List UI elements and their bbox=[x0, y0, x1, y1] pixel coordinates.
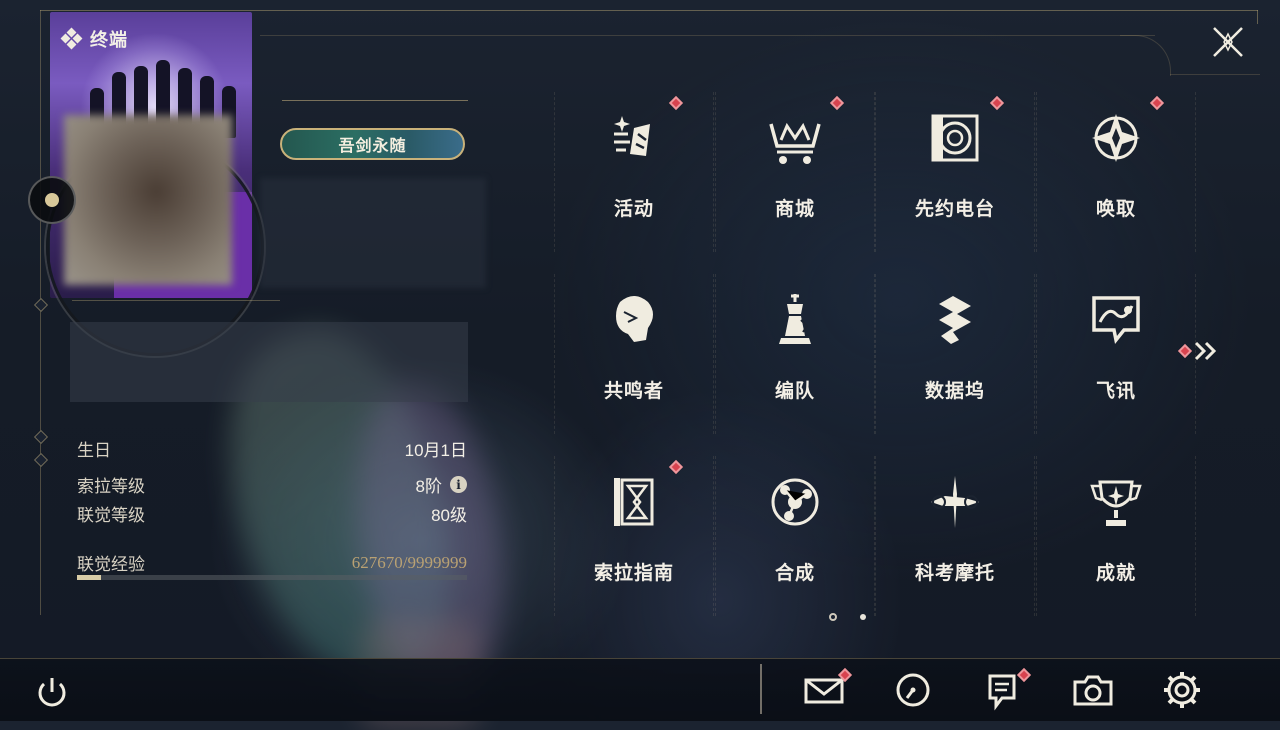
menu-item-label: 先约电台 bbox=[914, 199, 995, 220]
clock-icon bbox=[896, 673, 930, 707]
menu-item-label: 共鸣者 bbox=[603, 381, 664, 402]
menu-item-label: 数据坞 bbox=[924, 381, 985, 402]
menu-item-label: 编队 bbox=[774, 381, 815, 402]
stat-value-group: 8阶 i bbox=[416, 472, 467, 497]
exp-progress-bar bbox=[77, 575, 467, 580]
close-button[interactable] bbox=[1208, 22, 1248, 62]
menu-item-team[interactable]: 编队 bbox=[715, 274, 875, 434]
stat-label: 索拉等级 bbox=[77, 477, 145, 496]
menu-item-databank[interactable]: 数据坞 bbox=[875, 274, 1035, 434]
terminal-header: 终端 bbox=[60, 26, 128, 52]
motorbike-icon bbox=[931, 476, 979, 528]
team-chess-icon bbox=[779, 294, 811, 344]
stat-value: 10月1日 bbox=[404, 441, 467, 460]
synthesis-icon bbox=[771, 478, 819, 526]
camera-icon bbox=[1073, 675, 1113, 706]
frame-line bbox=[1170, 74, 1260, 75]
menu-item-motorbike[interactable]: 科考摩托 bbox=[875, 456, 1035, 616]
stat-label: 生日 bbox=[77, 441, 111, 460]
page-indicator bbox=[826, 612, 876, 624]
menu-item-label: 飞讯 bbox=[1095, 381, 1136, 402]
stat-label: 联觉经验 bbox=[77, 555, 145, 574]
notification-badge bbox=[1177, 343, 1193, 359]
exp-progress-fill bbox=[77, 575, 102, 580]
frame-line bbox=[1257, 10, 1258, 24]
terminal-title: 终端 bbox=[90, 30, 128, 50]
fireworks-icon bbox=[614, 116, 650, 156]
settings-button[interactable] bbox=[1160, 668, 1204, 712]
menu-item-resonators[interactable]: 共鸣者 bbox=[554, 274, 714, 434]
stat-value: 8阶 bbox=[415, 477, 442, 496]
name-underline bbox=[282, 100, 468, 101]
menu-item-label: 商城 bbox=[774, 199, 815, 220]
stat-union-exp: 联觉经验 627670/9999999 bbox=[77, 550, 467, 575]
frame-ornament bbox=[33, 452, 49, 468]
menu-item-synthesis[interactable]: 合成 bbox=[715, 456, 875, 616]
radio-icon bbox=[931, 114, 979, 162]
message-icon bbox=[1092, 296, 1140, 345]
power-icon bbox=[38, 678, 66, 707]
page-dot[interactable] bbox=[860, 614, 866, 620]
divider bbox=[760, 664, 762, 714]
stat-birthday: 生日 10月1日 bbox=[77, 436, 467, 461]
exp-value: 627670/9999999 bbox=[351, 552, 467, 572]
avatar-toggle-icon[interactable] bbox=[28, 176, 76, 224]
menu-item-label: 合成 bbox=[774, 563, 815, 584]
menu-item-achievements[interactable]: 成就 bbox=[1036, 456, 1196, 616]
frame-ornament bbox=[33, 429, 49, 445]
menu-item-label: 索拉指南 bbox=[593, 563, 674, 584]
info-icon[interactable]: i bbox=[450, 476, 467, 493]
frame-curve bbox=[1120, 35, 1171, 76]
frame-line bbox=[260, 35, 1155, 36]
shop-cart-icon bbox=[769, 122, 821, 164]
menu-item-shop[interactable]: 商城 bbox=[715, 92, 875, 252]
menu-item-label: 成就 bbox=[1095, 563, 1136, 584]
settings-icon bbox=[1164, 672, 1200, 708]
menu-item-label: 唤取 bbox=[1095, 199, 1136, 220]
trophy-icon bbox=[1090, 480, 1142, 526]
title-badge[interactable]: 吾剑永随 bbox=[280, 128, 465, 160]
resonator-icon bbox=[616, 296, 653, 342]
power-button[interactable] bbox=[32, 672, 72, 712]
terminal-icon bbox=[60, 27, 83, 50]
menu-item-radio[interactable]: 先约电台 bbox=[875, 92, 1035, 252]
menu-item-events[interactable]: 活动 bbox=[554, 92, 714, 252]
avatar[interactable] bbox=[64, 115, 232, 285]
frame-ornament bbox=[33, 297, 49, 313]
clock-button[interactable] bbox=[891, 668, 935, 712]
stat-label: 联觉等级 bbox=[77, 506, 145, 525]
menu-item-label: 科考摩托 bbox=[914, 563, 995, 584]
menu-item-messages[interactable]: 飞讯 bbox=[1036, 274, 1196, 434]
stat-value: 80级 bbox=[431, 506, 467, 525]
menu-item-convene[interactable]: 唤取 bbox=[1036, 92, 1196, 252]
databank-icon bbox=[939, 296, 971, 344]
menu-item-label: 活动 bbox=[613, 199, 654, 220]
stat-sol-rank: 索拉等级 8阶 i bbox=[77, 472, 467, 497]
title-badge-label: 吾剑永随 bbox=[338, 138, 407, 155]
convene-icon bbox=[1092, 114, 1140, 162]
next-page-button[interactable] bbox=[1177, 340, 1222, 362]
double-chevron-right-icon bbox=[1194, 341, 1217, 361]
signature-redacted[interactable] bbox=[70, 322, 468, 402]
divider bbox=[72, 300, 280, 301]
player-name-redacted bbox=[260, 178, 486, 288]
close-icon bbox=[1213, 27, 1243, 57]
stat-union-level: 联觉等级 80级 bbox=[77, 501, 467, 526]
frame-line bbox=[40, 10, 1258, 11]
camera-button[interactable] bbox=[1071, 668, 1115, 712]
menu-item-guidebook[interactable]: 索拉指南 bbox=[554, 456, 714, 616]
guidebook-icon bbox=[614, 478, 654, 526]
page-dot-active[interactable] bbox=[829, 613, 837, 621]
